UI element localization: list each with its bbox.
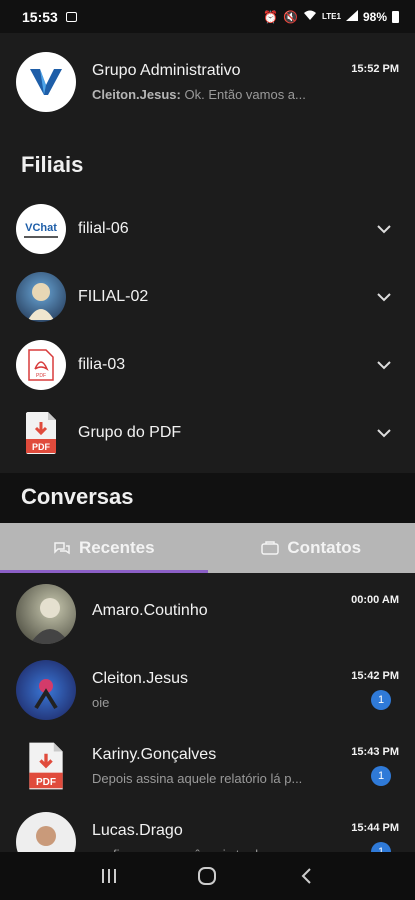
unread-badge: 1 <box>371 766 391 786</box>
alarm-icon: ⏰ <box>263 9 279 24</box>
tab-bar: Recentes Contatos <box>0 523 415 573</box>
group-row-administrativo[interactable]: Grupo Administrativo Cleiton.Jesus: Ok. … <box>0 33 415 130</box>
chat-text: Cleiton.Jesus oie <box>92 670 339 710</box>
chat-time: 15:42 PM <box>351 670 399 682</box>
chat-meta: 15:42 PM 1 <box>339 670 399 710</box>
system-nav-bar <box>0 852 415 900</box>
group-preview-line: Cleiton.Jesus: Ok. Então vamos a... <box>92 87 339 102</box>
branch-label: filial-06 <box>78 220 129 237</box>
home-icon <box>198 867 217 885</box>
branch-label: FILIAL-02 <box>78 288 149 305</box>
group-meta: 15:52 PM <box>339 63 399 75</box>
wifi-icon <box>303 10 317 24</box>
status-left: 15:53 <box>22 9 77 25</box>
vchat-logo-text: VChat <box>25 222 57 234</box>
contacts-icon <box>261 541 280 555</box>
group-sender: Cleiton.Jesus: <box>92 86 181 102</box>
conversas-title: Conversas <box>21 484 134 509</box>
filiais-title: Filiais <box>21 152 84 177</box>
chat-time: 15:44 PM <box>351 822 399 834</box>
pdf-label: PDF <box>32 442 51 452</box>
branch-item-filial-02[interactable]: FILIAL-02 <box>0 263 415 331</box>
vchat-logo-icon: VChat <box>16 204 66 254</box>
recent-apps-button[interactable] <box>97 864 121 888</box>
group-text: Grupo Administrativo Cleiton.Jesus: Ok. … <box>92 62 339 102</box>
group-preview: Ok. Então vamos a... <box>184 86 306 102</box>
tab-contatos[interactable]: Contatos <box>208 523 415 573</box>
branch-item-filial-06[interactable]: VChat filial-06 <box>0 195 415 263</box>
branch-item-grupo-do-pdf[interactable]: PDF Grupo do PDF <box>0 399 415 467</box>
chat-item-amaro-coutinho[interactable]: Amaro.Coutinho 00:00 AM <box>0 576 415 652</box>
chat-meta: 15:43 PM 1 <box>339 746 399 786</box>
signal-icon <box>345 9 358 24</box>
status-time: 15:53 <box>22 8 58 25</box>
tab-recentes[interactable]: Recentes <box>0 523 208 573</box>
chevron-down-icon[interactable] <box>377 358 391 372</box>
chevron-down-icon[interactable] <box>377 426 391 440</box>
v-logo-icon <box>16 51 76 112</box>
branch-label: Grupo do PDF <box>78 424 182 441</box>
chat-bubbles-icon <box>54 542 70 555</box>
recent-apps-icon <box>102 869 117 883</box>
mute-icon: 🔇 <box>283 9 298 24</box>
avatar <box>16 660 76 720</box>
chat-name: Lucas.Drago <box>92 822 183 839</box>
chat-name: Kariny.Gonçalves <box>92 746 217 763</box>
tab-recentes-label: Recentes <box>78 538 155 557</box>
group-time: 15:52 PM <box>351 63 399 75</box>
status-right: ⏰ 🔇 LTE1 98% <box>263 9 399 24</box>
chat-name: Cleiton.Jesus <box>92 670 189 687</box>
back-icon <box>301 868 311 884</box>
chat-item-kariny-goncalves[interactable]: PDF Kariny.Gonçalves Depois assina aquel… <box>0 728 415 804</box>
back-button[interactable] <box>294 864 318 888</box>
group-name: Grupo Administrativo <box>92 61 241 79</box>
anime-avatar-icon <box>16 272 66 322</box>
chat-time: 15:43 PM <box>351 746 399 758</box>
chat-meta: 00:00 AM <box>339 594 399 606</box>
gallery-notification-icon <box>65 11 77 22</box>
chat-name: Amaro.Coutinho <box>92 601 208 619</box>
pdf-file-icon: PDF <box>16 736 76 796</box>
chevron-down-icon[interactable] <box>377 290 391 304</box>
pdf-file-icon: PDF <box>16 408 66 458</box>
network-label: LTE1 <box>322 12 341 21</box>
conversas-header: Conversas <box>0 473 415 523</box>
battery-percent: 98% <box>362 9 387 24</box>
chat-item-cleiton-jesus[interactable]: Cleiton.Jesus oie 15:42 PM 1 <box>0 652 415 728</box>
home-button[interactable] <box>195 864 219 888</box>
pdf-label: PDF <box>36 373 46 379</box>
unread-badge: 1 <box>371 690 391 710</box>
pdf-icon: PDF <box>16 340 66 390</box>
status-bar: 15:53 ⏰ 🔇 LTE1 98% <box>0 0 415 33</box>
chat-text: Amaro.Coutinho <box>92 602 339 627</box>
avatar <box>16 584 76 644</box>
branch-item-filia-03[interactable]: PDF filia-03 <box>0 331 415 399</box>
chat-preview: Depois assina aquele relatório lá p... <box>92 771 303 786</box>
tab-contatos-label: Contatos <box>287 538 362 557</box>
battery-icon <box>392 10 399 23</box>
pdf-label: PDF <box>36 777 56 788</box>
branch-label: filia-03 <box>78 356 126 373</box>
chat-time: 00:00 AM <box>351 594 399 606</box>
chevron-down-icon[interactable] <box>377 222 391 236</box>
chat-preview: oie <box>92 695 110 710</box>
chat-text: Kariny.Gonçalves Depois assina aquele re… <box>92 746 339 786</box>
